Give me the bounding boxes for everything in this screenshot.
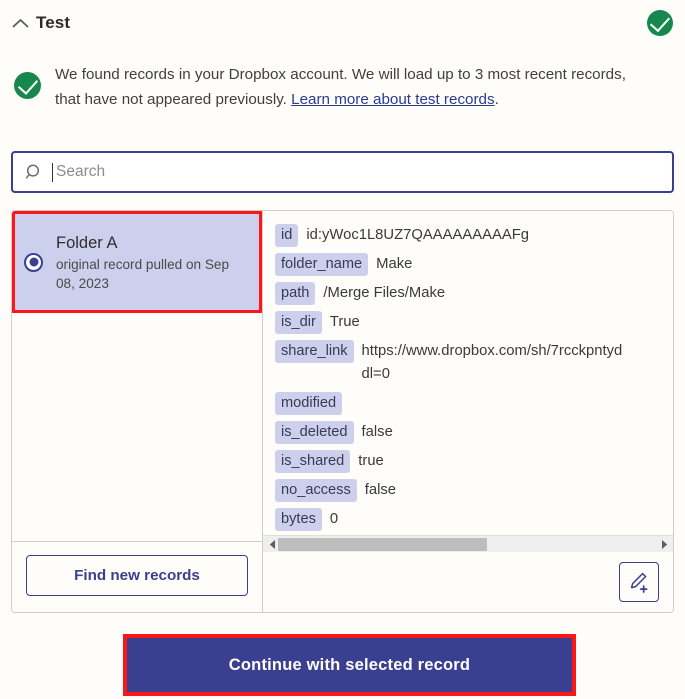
record-field-row: share_link https://www.dropbox.com/sh/7rc…	[275, 340, 673, 386]
page-title: Test	[36, 13, 70, 33]
record-field-row: is_deleted false	[275, 421, 673, 444]
chevron-left-icon[interactable]	[266, 537, 278, 551]
record-field-value: https://www.dropbox.com/sh/7rcckpntyd dl…	[362, 340, 623, 386]
record-field-key: id	[275, 224, 298, 247]
record-subtitle: original record pulled on Sep 08, 2023	[56, 255, 249, 293]
scrollbar-thumb[interactable]	[278, 538, 487, 551]
record-field-value: Make	[376, 253, 412, 276]
record-field-value: false	[362, 421, 393, 444]
search-icon	[25, 163, 43, 181]
search-input[interactable]: Search	[56, 163, 105, 181]
records-list-column: Folder A original record pulled on Sep 0…	[12, 211, 263, 612]
record-field-key: path	[275, 282, 315, 305]
test-step-panel: Test We found records in your Dropbox ac…	[0, 0, 685, 699]
record-field-key: no_access	[275, 479, 357, 502]
list-item[interactable]: Folder A original record pulled on Sep 0…	[12, 211, 262, 313]
record-field-row: no_access false	[275, 479, 673, 502]
record-field-row: modified	[275, 392, 673, 415]
record-field-key: bytes	[275, 508, 322, 531]
record-field-row: is_dir True	[275, 311, 673, 334]
pencil-add-icon[interactable]	[619, 562, 659, 602]
record-field-key: folder_name	[275, 253, 368, 276]
learn-more-link[interactable]: Learn more about test records	[291, 91, 494, 108]
continue-button-highlight: Continue with selected record	[123, 634, 576, 696]
scrollbar-track[interactable]	[278, 538, 658, 551]
record-radio-button[interactable]	[24, 253, 43, 272]
record-field-value: True	[330, 311, 360, 334]
record-field-key: modified	[275, 392, 342, 415]
success-check-icon	[14, 72, 41, 99]
record-field-value: /Merge Files/Make	[323, 282, 445, 305]
record-field-row: bytes 0	[275, 508, 673, 531]
record-field-row: id id:yWoc1L8UZ7QAAAAAAAAAFg	[275, 224, 673, 247]
banner-text-tail: .	[495, 91, 499, 108]
record-field-key: is_deleted	[275, 421, 354, 444]
record-meta: Folder A original record pulled on Sep 0…	[56, 232, 249, 293]
horizontal-scrollbar[interactable]	[263, 535, 673, 552]
text-caret	[52, 163, 53, 182]
record-field-row: path/Merge Files/Make	[275, 282, 673, 305]
find-new-records-button[interactable]: Find new records	[26, 555, 248, 596]
test-result-banner: We found records in your Dropbox account…	[0, 62, 685, 112]
chevron-up-icon[interactable]	[10, 13, 30, 33]
records-panel: Folder A original record pulled on Sep 0…	[11, 210, 674, 613]
record-field-key: share_link	[275, 340, 354, 363]
banner-message: We found records in your Dropbox account…	[55, 62, 655, 112]
record-field-value: false	[365, 479, 396, 502]
record-field-value: true	[358, 450, 384, 473]
record-list: Folder A original record pulled on Sep 0…	[12, 211, 262, 541]
continue-with-selected-record-button[interactable]: Continue with selected record	[127, 638, 572, 692]
record-detail-footer	[263, 552, 673, 612]
record-field-row: is_shared true	[275, 450, 673, 473]
record-title: Folder A	[56, 232, 249, 254]
record-fields-list: id id:yWoc1L8UZ7QAAAAAAAAAFg folder_name Ma…	[263, 211, 673, 535]
record-field-value: 0	[330, 508, 338, 531]
record-field-row: folder_name Make	[275, 253, 673, 276]
success-check-icon	[647, 10, 673, 36]
record-field-key: is_dir	[275, 311, 322, 334]
chevron-right-icon[interactable]	[658, 537, 670, 551]
record-detail-column: id id:yWoc1L8UZ7QAAAAAAAAAFg folder_name Ma…	[263, 211, 673, 612]
step-header[interactable]: Test	[0, 0, 685, 46]
record-field-value: id:yWoc1L8UZ7QAAAAAAAAAFg	[306, 224, 529, 247]
record-field-key: is_shared	[275, 450, 350, 473]
records-list-footer: Find new records	[12, 541, 262, 612]
search-field-wrapper[interactable]: Search	[11, 151, 674, 193]
